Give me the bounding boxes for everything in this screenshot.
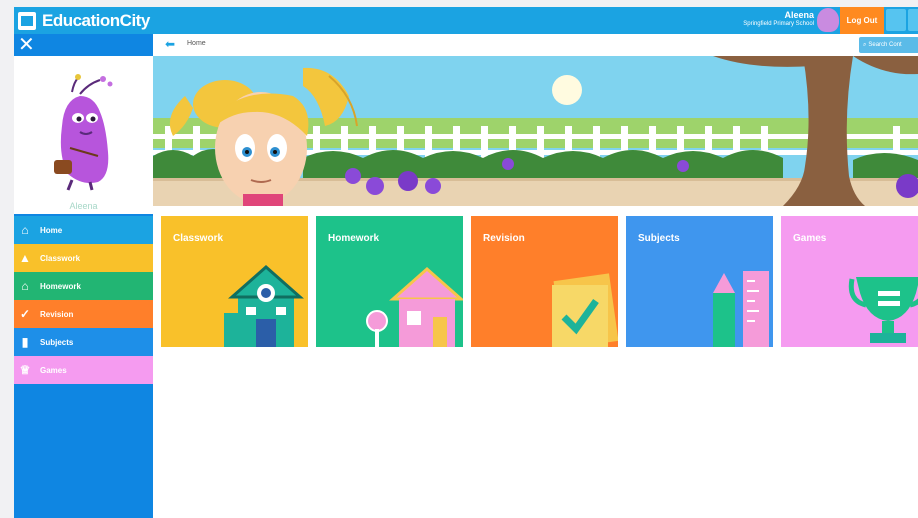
pencil-ruler-icon bbox=[713, 271, 769, 347]
sidebar-item-games[interactable]: ♕ Games bbox=[14, 356, 153, 384]
banner-illustration bbox=[153, 56, 918, 206]
brand-logo[interactable]: EducationCity bbox=[18, 10, 150, 31]
sidebar-item-label: Games bbox=[40, 365, 67, 375]
sidebar-item-label: Revision bbox=[40, 309, 74, 319]
sidebar-item-homework[interactable]: ⌂ Homework bbox=[14, 272, 153, 300]
sidebar-item-home[interactable]: ⌂ Home bbox=[14, 216, 153, 244]
sidebar-item-label: Subjects bbox=[40, 337, 74, 347]
display-icon[interactable] bbox=[886, 9, 906, 31]
breadcrumb: ⬅ Home ⌕ Search Cont bbox=[153, 34, 918, 56]
profile-name: Aleena bbox=[69, 201, 98, 211]
sidebar-item-label: Homework bbox=[40, 281, 81, 291]
sidebar-nav: ⌂ Home ▲ Classwork ⌂ Homework ✓ Revision… bbox=[14, 216, 153, 384]
tile-homework[interactable]: Homework bbox=[316, 216, 463, 347]
classwork-icon: ▲ bbox=[19, 251, 31, 265]
trophy-icon bbox=[848, 277, 918, 343]
tile-label: Subjects bbox=[638, 233, 680, 244]
tile-label: Games bbox=[793, 233, 827, 244]
checklist-icon bbox=[552, 273, 618, 347]
tile-games[interactable]: Games bbox=[781, 216, 918, 347]
homework-icon: ⌂ bbox=[21, 279, 29, 293]
logout-button[interactable]: Log Out bbox=[840, 7, 884, 34]
tile-revision[interactable]: Revision bbox=[471, 216, 618, 347]
school-name: Springfield Primary School bbox=[743, 21, 814, 27]
brand-name: EducationCity bbox=[42, 10, 150, 30]
sidebar-header: ✕ bbox=[14, 34, 153, 56]
user-name: Aleena bbox=[784, 10, 814, 20]
search-label: Search Cont bbox=[868, 42, 902, 48]
tile-label: Homework bbox=[328, 233, 380, 244]
castle-logo-icon bbox=[18, 11, 36, 30]
menu-icon[interactable] bbox=[908, 9, 918, 31]
hero-banner bbox=[153, 56, 918, 206]
back-arrow-icon[interactable]: ⬅ bbox=[165, 38, 175, 50]
user-avatar[interactable] bbox=[817, 8, 839, 32]
tile-label: Classwork bbox=[173, 233, 224, 244]
revision-icon: ✓ bbox=[19, 307, 31, 321]
house-icon bbox=[366, 266, 463, 347]
tile-subjects[interactable]: Subjects bbox=[626, 216, 773, 347]
home-icon: ⌂ bbox=[21, 223, 29, 237]
search-content-button[interactable]: ⌕ Search Cont bbox=[859, 37, 918, 53]
sidebar-item-revision[interactable]: ✓ Revision bbox=[14, 300, 153, 328]
school-icon bbox=[224, 264, 304, 347]
close-icon[interactable]: ✕ bbox=[18, 35, 35, 55]
sidebar: ✕ Aleena ⌂ Home ▲ Classwork ⌂ Homework ✓… bbox=[14, 34, 153, 518]
user-info: Aleena Springfield Primary School bbox=[743, 10, 814, 27]
subjects-icon: ▮ bbox=[21, 335, 29, 349]
sidebar-item-classwork[interactable]: ▲ Classwork bbox=[14, 244, 153, 272]
tile-classwork[interactable]: Classwork bbox=[161, 216, 308, 347]
app-window: EducationCity Aleena Springfield Primary… bbox=[14, 7, 918, 518]
trophy-icon: ♕ bbox=[19, 363, 31, 377]
top-bar: EducationCity Aleena Springfield Primary… bbox=[14, 7, 918, 34]
sidebar-item-subjects[interactable]: ▮ Subjects bbox=[14, 328, 153, 356]
sidebar-item-label: Home bbox=[40, 225, 63, 235]
breadcrumb-home[interactable]: Home bbox=[187, 40, 206, 47]
monster-avatar-icon[interactable] bbox=[14, 56, 153, 196]
sidebar-item-label: Classwork bbox=[40, 253, 81, 263]
search-icon: ⌕ bbox=[863, 41, 867, 48]
profile-panel: Aleena bbox=[14, 56, 153, 214]
tile-label: Revision bbox=[483, 233, 525, 244]
section-tiles: Classwork Homework Revision Subjects Gam… bbox=[161, 216, 918, 347]
